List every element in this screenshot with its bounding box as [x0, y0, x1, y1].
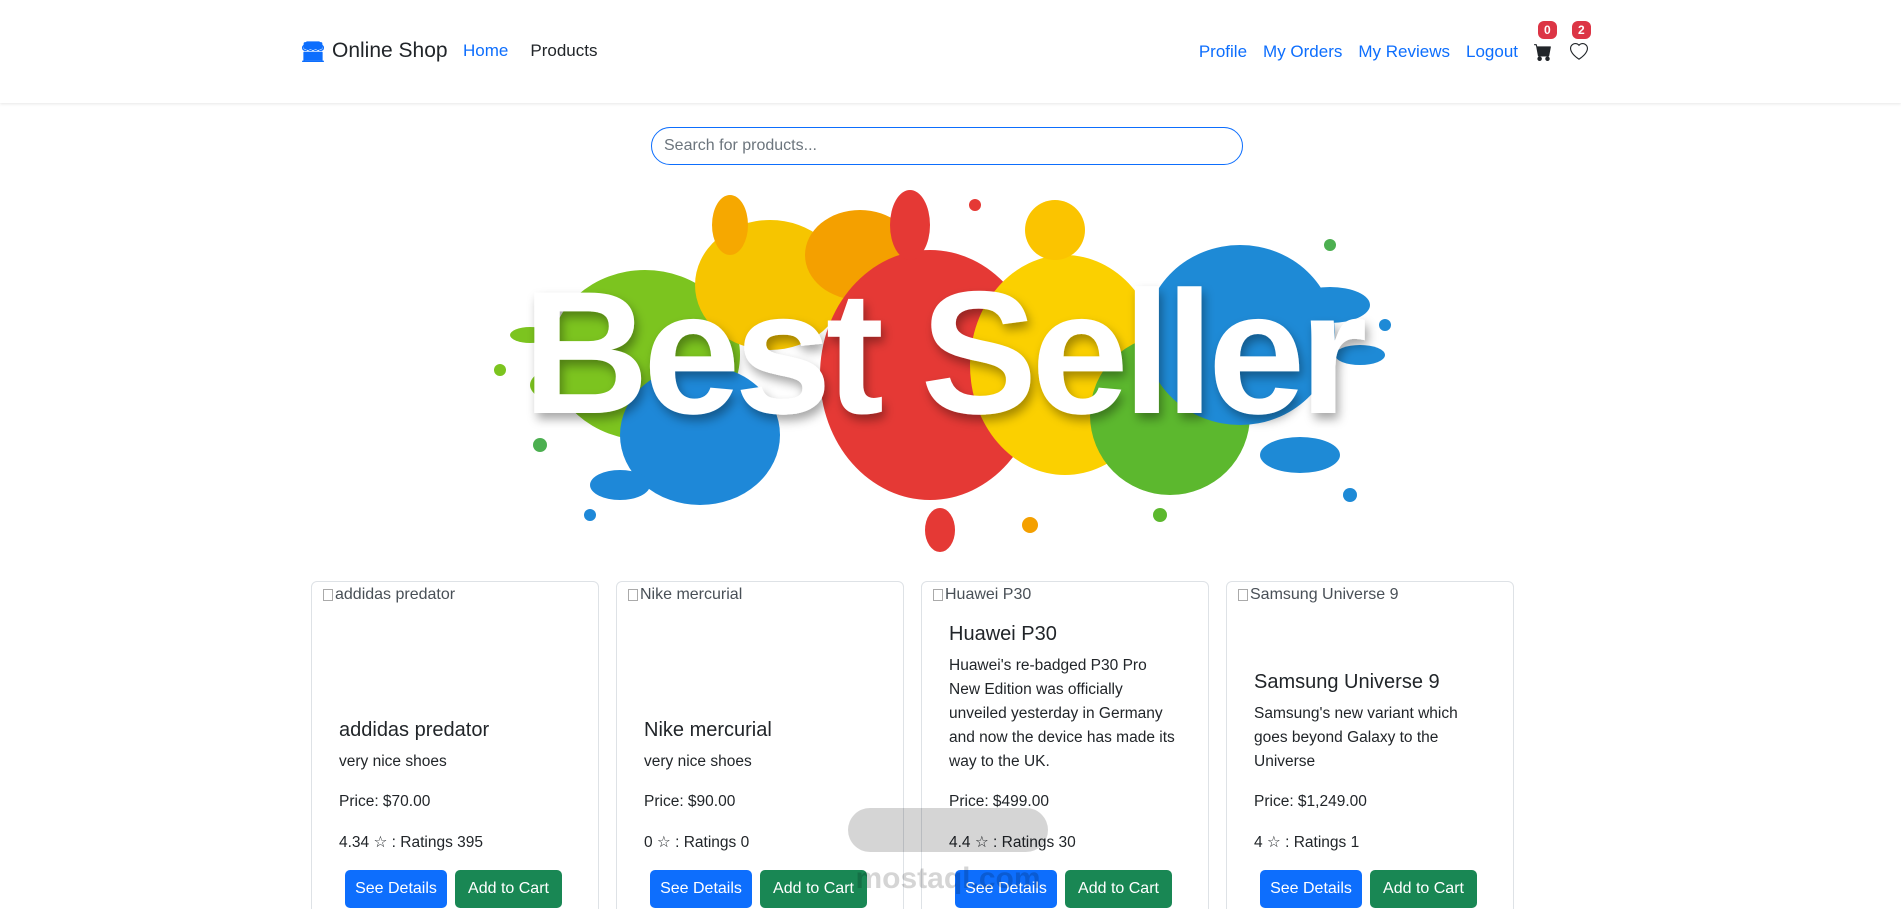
nav-link-my-orders[interactable]: My Orders: [1263, 42, 1342, 62]
product-image: Nike mercurial: [628, 586, 742, 604]
nav-link-my-reviews[interactable]: My Reviews: [1358, 42, 1450, 62]
broken-image-icon: [933, 589, 943, 601]
wishlist-count-badge: 2: [1572, 21, 1591, 39]
nav-link-profile[interactable]: Profile: [1199, 42, 1247, 62]
navbar: Online Shop Home Products Profile My Ord…: [0, 0, 1901, 103]
cart-icon: [1534, 44, 1551, 61]
nav-link-logout[interactable]: Logout: [1466, 42, 1518, 62]
product-description: very nice shoes: [339, 753, 447, 770]
product-price: Price: $499.00: [949, 793, 1049, 810]
product-price: Price: $70.00: [339, 793, 431, 810]
best-seller-banner: Best Seller: [494, 190, 1391, 552]
brand-link[interactable]: Online Shop: [302, 39, 448, 63]
cart-count-badge: 0: [1538, 21, 1557, 39]
product-card: Huawei P30 Huawei P30 Huawei's re-badged…: [921, 581, 1209, 909]
search-input[interactable]: [651, 127, 1243, 165]
product-rating: 4 ☆ : Ratings 1: [1254, 834, 1360, 851]
product-list: addidas predator addidas predator very n…: [311, 581, 1514, 909]
product-card: Samsung Universe 9 Samsung Universe 9 Sa…: [1226, 581, 1514, 909]
broken-image-icon: [628, 589, 638, 601]
product-description: very nice shoes: [644, 753, 752, 770]
see-details-button[interactable]: See Details: [650, 870, 752, 908]
shop-icon: [302, 41, 324, 62]
see-details-button[interactable]: See Details: [345, 870, 447, 908]
product-image-alt: Nike mercurial: [640, 586, 743, 603]
product-card: Nike mercurial Nike mercurial very nice …: [616, 581, 904, 909]
heart-icon: [1570, 42, 1588, 60]
product-price: Price: $1,249.00: [1254, 793, 1367, 810]
broken-image-icon: [1238, 589, 1248, 601]
product-title: Huawei P30: [949, 623, 1057, 645]
cart-button[interactable]: 0: [1534, 21, 1557, 63]
nav-link-products[interactable]: Products: [530, 41, 597, 61]
product-image: addidas predator: [323, 586, 455, 604]
add-to-cart-button[interactable]: Add to Cart: [1065, 870, 1172, 908]
brand-name: Online Shop: [332, 39, 448, 62]
nav-left: Home Products: [463, 41, 597, 61]
nav-link-home[interactable]: Home: [463, 41, 508, 61]
product-image-alt: Samsung Universe 9: [1250, 586, 1399, 603]
wishlist-button[interactable]: 2: [1570, 21, 1591, 63]
product-rating: 4.34 ☆ : Ratings 395: [339, 834, 484, 851]
product-rating: 4.4 ☆ : Ratings 30: [949, 834, 1076, 851]
banner-text: Best Seller: [523, 256, 1366, 451]
product-description: Huawei's re-badged P30 Pro New Edition w…: [949, 657, 1175, 770]
product-price: Price: $90.00: [644, 793, 736, 810]
product-image: Huawei P30: [933, 586, 1031, 604]
product-card: addidas predator addidas predator very n…: [311, 581, 599, 909]
product-image: Samsung Universe 9: [1238, 586, 1399, 604]
product-title: Samsung Universe 9: [1254, 671, 1440, 693]
nav-right: Profile My Orders My Reviews Logout 0 2: [1199, 21, 1591, 63]
add-to-cart-button[interactable]: Add to Cart: [760, 870, 867, 908]
product-title: addidas predator: [339, 719, 490, 741]
product-image-alt: Huawei P30: [945, 586, 1032, 603]
product-image-alt: addidas predator: [335, 586, 456, 603]
product-description: Samsung's new variant which goes beyond …: [1254, 705, 1458, 770]
add-to-cart-button[interactable]: Add to Cart: [1370, 870, 1477, 908]
add-to-cart-button[interactable]: Add to Cart: [455, 870, 562, 908]
broken-image-icon: [323, 589, 333, 601]
see-details-button[interactable]: See Details: [1260, 870, 1362, 908]
product-title: Nike mercurial: [644, 719, 772, 741]
see-details-button[interactable]: See Details: [955, 870, 1057, 908]
product-rating: 0 ☆ : Ratings 0: [644, 834, 750, 851]
